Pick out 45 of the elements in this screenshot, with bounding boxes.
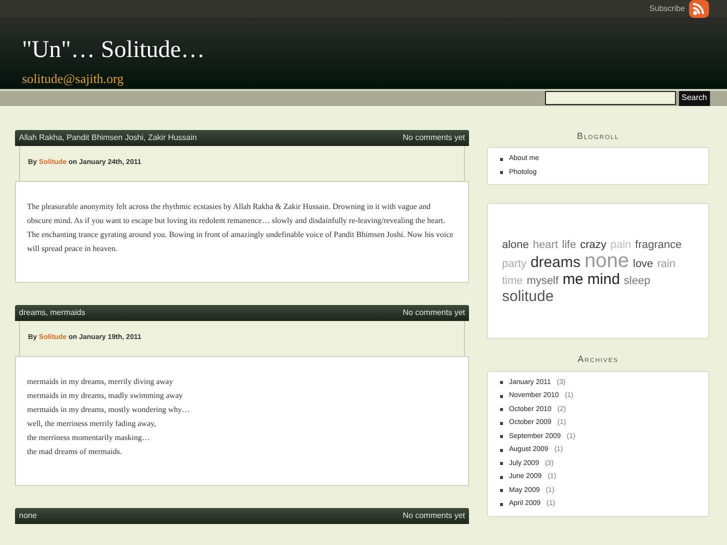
comments-link[interactable]: No comments yet: [402, 132, 465, 144]
tag-link[interactable]: life: [562, 237, 576, 253]
blog-subtitle: solitude@sajith.org: [22, 70, 125, 88]
tag-link[interactable]: fragrance: [635, 237, 682, 253]
comments-link[interactable]: No comments yet: [402, 306, 465, 318]
poem-line: the mad dreams of mermaids.: [27, 446, 123, 458]
poem-line: mermaids in my dreams, madly swimming away: [27, 390, 184, 402]
poem-line: the merriness momentarily masking…: [27, 432, 151, 444]
tag-link[interactable]: love: [633, 256, 654, 272]
tag-link[interactable]: myself: [526, 273, 559, 289]
post-tags: dreams, mermaids: [19, 306, 86, 318]
post-tags: none: [19, 510, 37, 522]
bullet-icon: [500, 435, 503, 438]
subscribe-link[interactable]: Subscribe: [649, 3, 685, 15]
bullet-icon: [500, 462, 503, 466]
post-tags: Allah Rakha, Pandit Bhimsen Joshi, Zakir Hussain: [19, 132, 197, 144]
poem-line: well, the merriness merrily fading away,: [27, 418, 157, 430]
tag-link[interactable]: solitude: [502, 289, 554, 305]
bullet-icon: [500, 381, 503, 384]
search-button[interactable]: Search: [678, 90, 710, 106]
tag-link[interactable]: alone: [502, 237, 529, 253]
tag-link[interactable]: me: [562, 272, 584, 288]
bullet-icon: [500, 394, 503, 398]
bullet-icon: [500, 476, 503, 479]
bullet-icon: [500, 422, 503, 425]
tag-link[interactable]: crazy: [580, 237, 606, 253]
bullet-icon: [500, 171, 503, 174]
tag-link[interactable]: mind: [587, 272, 620, 288]
blog-title[interactable]: "Un"… Solitude…: [22, 35, 727, 65]
search-field[interactable]: [544, 91, 676, 105]
poem-line: mermaids in my dreams, merrily diving away: [27, 376, 174, 388]
bullet-icon: [500, 158, 503, 161]
post-paragraph: The pleasurable anonymity felt across the rhythmic ecstasies by Allah Rakha & Zakir Hussain. Drowning in it with vague and obscure mind. As if you want to escape but loving its redolent remanence… slowly and disdainfully re-leaving/revealing the heart. The enchanting trance gyrating around you. Bowing in front of amazingly undefinable voice of Pandit Bhimsen Joshi. Now his voice will spread peace in heaven.: [27, 200, 454, 255]
blogroll-heading: Blogroll: [576, 130, 620, 142]
tag-link[interactable]: sleep: [624, 273, 650, 289]
tag-link[interactable]: dreams: [530, 255, 580, 271]
tag-link[interactable]: heart: [532, 237, 558, 253]
poem-line: mermaids in my dreams, mostly wondering why…: [27, 404, 191, 416]
bullet-icon: [500, 448, 503, 452]
rss-icon[interactable]: [689, 0, 709, 18]
bullet-icon: [500, 408, 503, 412]
bullet-icon: [500, 489, 503, 492]
archives-heading: Archives: [576, 353, 620, 366]
comments-link[interactable]: No comments yet: [402, 510, 465, 522]
bullet-icon: [500, 502, 503, 506]
